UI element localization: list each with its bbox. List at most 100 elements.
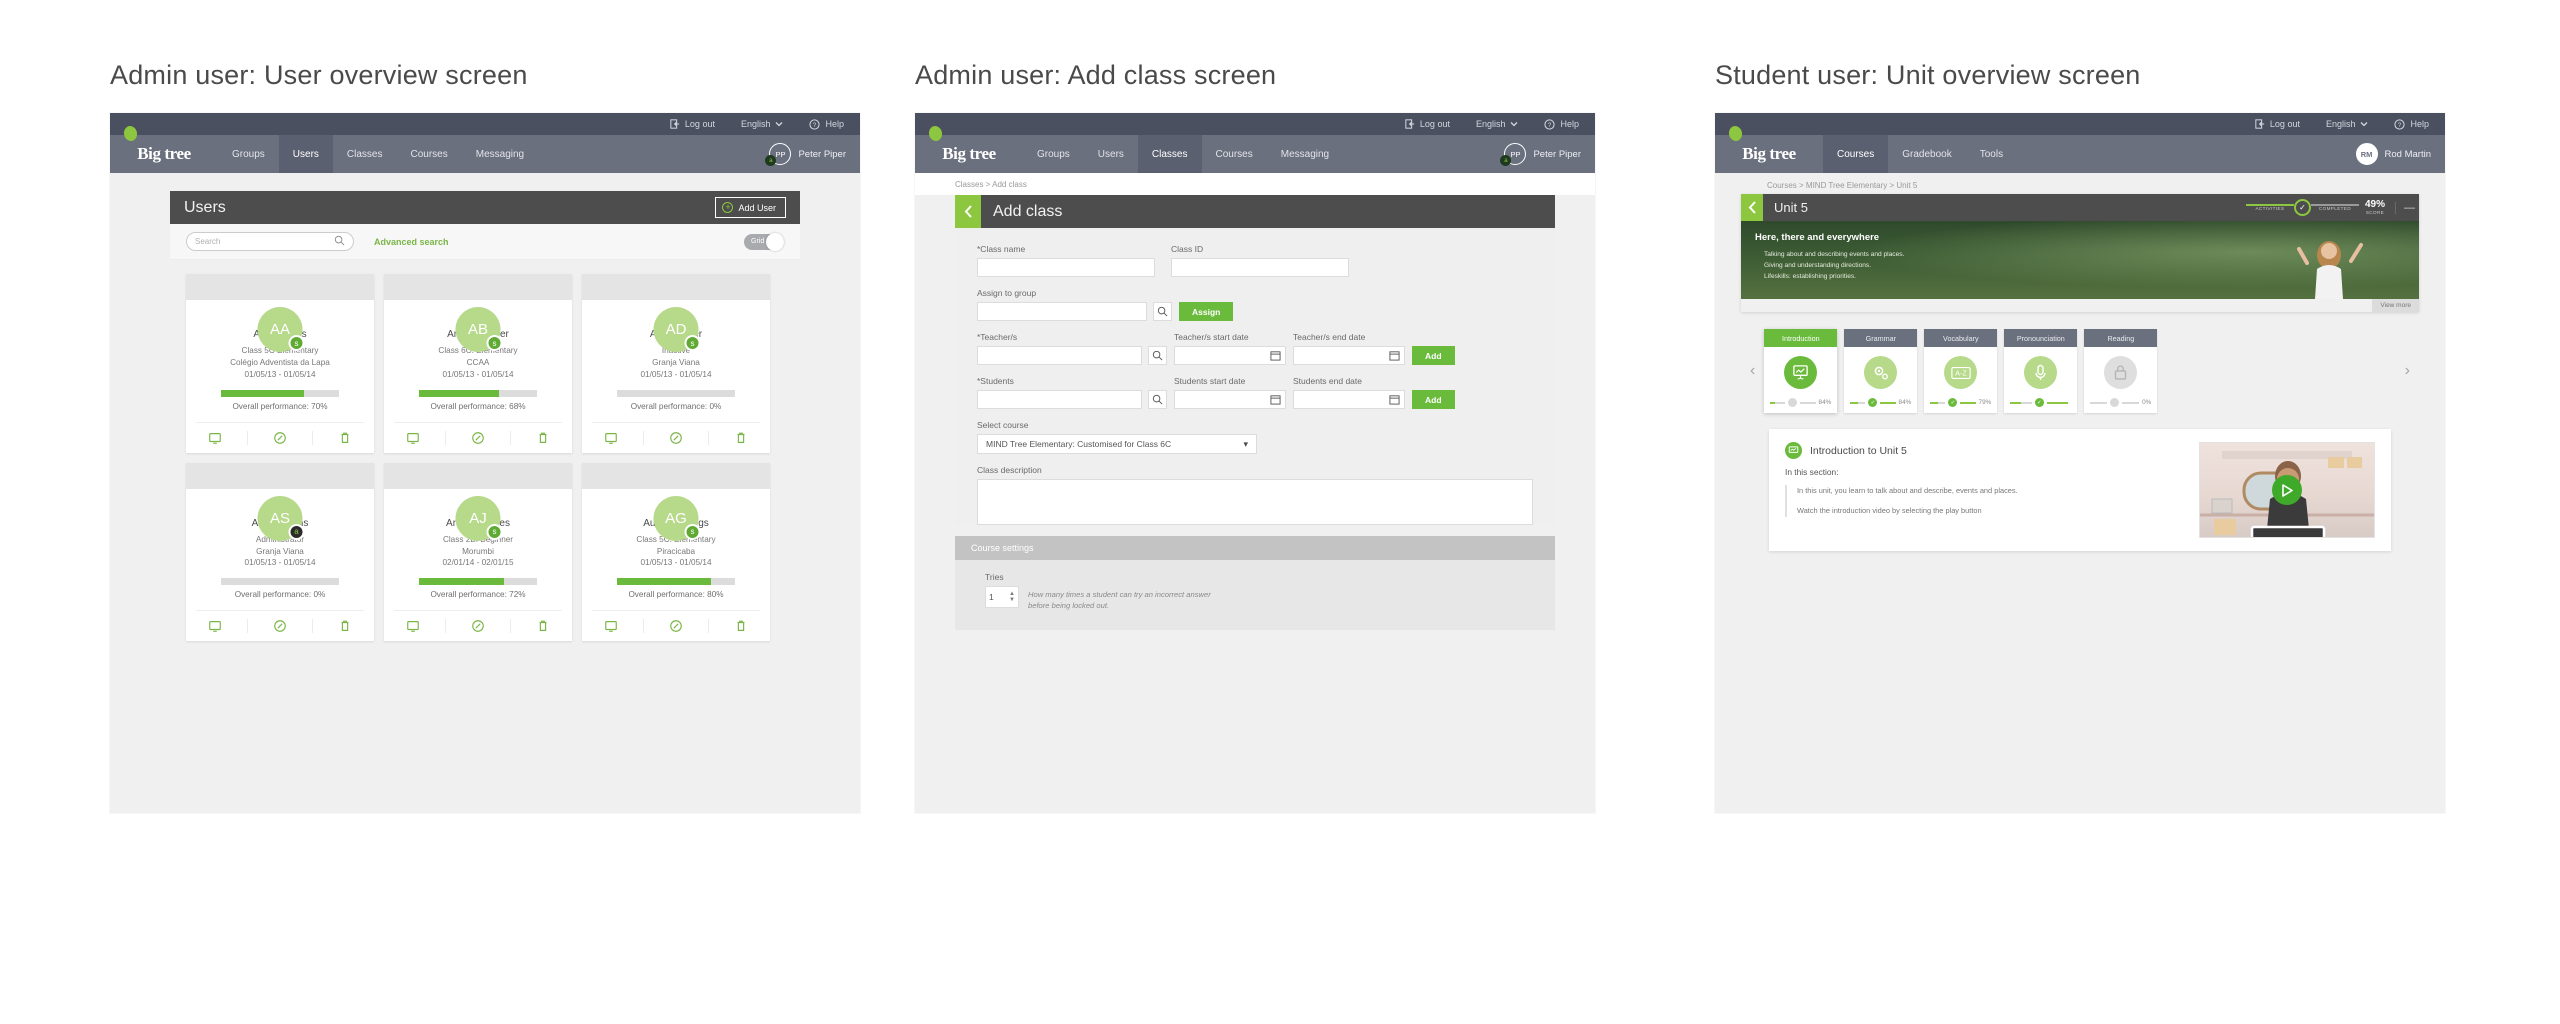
nav-item-users[interactable]: Users [278,135,333,173]
teachers-start-date-input[interactable] [1174,346,1286,365]
add-student-button[interactable]: Add [1412,390,1455,409]
message-icon[interactable] [604,619,618,633]
students-end-date-input[interactable] [1293,390,1405,409]
search-icon[interactable] [1153,302,1172,321]
minimize-button[interactable]: — [2395,201,2415,214]
edit-icon[interactable] [471,619,485,633]
brand-logo[interactable]: Big tree [1715,124,1823,173]
teachers-input[interactable] [977,346,1143,365]
skill-tab-reading[interactable]: Reading 0% [2084,329,2158,413]
help-button[interactable]: ? Help [1544,118,1579,130]
language-selector[interactable]: English [2326,119,2369,129]
message-icon[interactable] [604,431,618,445]
nav-item-groups[interactable]: Groups [1023,135,1084,173]
performance-bar [617,389,735,397]
panel-caption-unit: Student user: Unit overview screen [1715,60,2141,90]
brand-logo[interactable]: Big tree [110,124,218,173]
user-card[interactable]: AG s Aurora Greggs Class 5C: Elementary … [582,462,770,642]
next-arrow-icon[interactable]: › [2396,362,2419,380]
message-icon[interactable] [406,619,420,633]
prev-arrow-icon[interactable]: ‹ [1741,362,1764,380]
message-icon[interactable] [406,431,420,445]
card-top-band [186,462,374,489]
user-card[interactable]: AB s Amy Bollinger Class 6C: Elementary … [384,274,572,453]
nav-item-users[interactable]: Users [1084,135,1138,173]
logout-button[interactable]: Log out [2255,119,2300,129]
role-badge: s [684,523,701,540]
back-button[interactable] [1741,194,1763,221]
nav-user-menu[interactable]: PP a Peter Piper [765,135,860,173]
stepper-arrows[interactable]: ▲ ▼ [1009,591,1015,603]
help-button[interactable]: ? Help [809,118,844,130]
performance-bar [617,578,735,586]
user-card[interactable]: AA s Amy Adams Class 5C Elementary Colég… [186,274,374,453]
unit-breadcrumb-wrap: Courses > MIND Tree Elementary > Unit 5 [1715,173,2445,190]
language-selector[interactable]: English [741,119,784,129]
assign-group-input[interactable] [977,302,1147,321]
message-icon[interactable] [208,431,222,445]
edit-icon[interactable] [471,431,485,445]
teachers-end-date-input[interactable] [1293,346,1405,365]
edit-icon[interactable] [273,619,287,633]
delete-icon[interactable] [734,431,748,445]
tab-label: Vocabulary [1924,329,1998,347]
skill-tab-grammar[interactable]: Grammar ✓ 84% [1844,329,1918,413]
completed-label: COMPLETED [2318,206,2352,211]
skill-tab-vocabulary[interactable]: Vocabulary A-Z ✓ 79% [1924,329,1998,413]
students-input[interactable] [977,390,1143,409]
edit-icon[interactable] [669,619,683,633]
edit-icon[interactable] [669,431,683,445]
nav-item-courses[interactable]: Courses [1202,135,1267,173]
nav-item-messaging[interactable]: Messaging [1267,135,1343,173]
skill-tab-pronounciation[interactable]: Pronounciation ✓ [2004,329,2078,413]
back-button[interactable] [955,195,981,228]
delete-icon[interactable] [734,619,748,633]
edit-icon[interactable] [273,431,287,445]
assign-button[interactable]: Assign [1179,302,1234,321]
label-tries: Tries [985,572,1004,582]
nav-item-classes[interactable]: Classes [333,135,397,173]
tab-label: Introduction [1764,329,1838,347]
nav-item-groups[interactable]: Groups [218,135,279,173]
class-description-textarea[interactable] [977,479,1533,525]
message-icon[interactable] [208,619,222,633]
skill-tab-introduction[interactable]: Introduction 84% [1764,329,1838,413]
add-teacher-button[interactable]: Add [1412,346,1455,365]
user-avatar: AS a [257,495,305,541]
brand-logo[interactable]: Big tree [915,124,1023,173]
search-icon[interactable] [1148,346,1167,365]
delete-icon[interactable] [536,431,550,445]
logout-button[interactable]: Log out [1405,119,1450,129]
nav-item-gradebook[interactable]: Gradebook [1888,135,1965,173]
intro-video-thumbnail[interactable] [2199,442,2375,538]
nav-item-courses[interactable]: Courses [1823,135,1889,173]
students-start-date-input[interactable] [1174,390,1286,409]
play-button[interactable] [2272,475,2302,505]
user-card[interactable]: AS a Ann Stevens Administrator Granja Vi… [186,462,374,642]
class-name-input[interactable] [977,258,1155,277]
delete-icon[interactable] [536,619,550,633]
advanced-search-link[interactable]: Advanced search [374,237,449,247]
add-user-button[interactable]: + Add User [715,197,786,218]
view-more-button[interactable]: View more [2372,299,2419,312]
delete-icon[interactable] [338,619,352,633]
language-selector[interactable]: English [1476,119,1519,129]
logout-button[interactable]: Log out [670,119,715,129]
user-card[interactable]: AJ s Annette Jones Class 2B: Beginner Mo… [384,462,572,642]
delete-icon[interactable] [338,431,352,445]
nav-item-classes[interactable]: Classes [1137,135,1202,173]
class-id-input[interactable] [1171,258,1349,277]
nav-user-menu[interactable]: PP a Peter Piper [1500,135,1595,173]
search-icon[interactable] [1148,390,1167,409]
user-card[interactable]: AD s Amy Dexter Inactive Granja Viana 01… [582,274,770,453]
nav-user-menu[interactable]: RM Rod Martin [2355,135,2445,173]
nav-item-courses[interactable]: Courses [397,135,462,173]
nav-item-messaging[interactable]: Messaging [462,135,538,173]
role-badge: s [486,523,503,540]
grid-view-toggle[interactable]: Grid [744,232,784,251]
course-select[interactable]: MIND Tree Elementary: Customised for Cla… [977,434,1257,454]
tries-stepper[interactable]: 1 ▲ ▼ [985,586,1019,608]
search-input[interactable]: Search [186,232,354,251]
nav-item-tools[interactable]: Tools [1966,135,2017,173]
help-button[interactable]: ? Help [2394,118,2429,130]
